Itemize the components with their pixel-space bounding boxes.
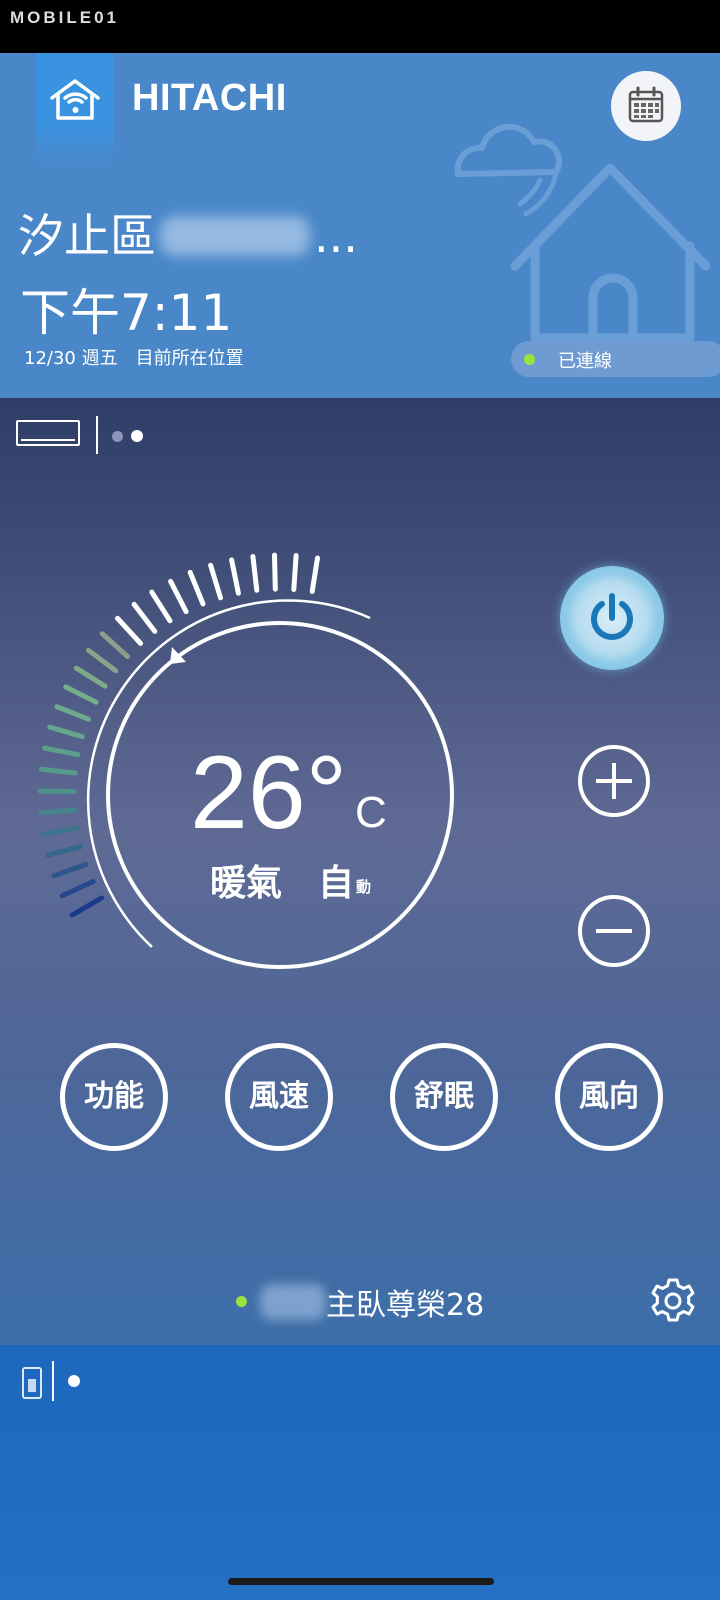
dial-tick — [229, 557, 241, 596]
temperature-down-button[interactable] — [578, 895, 650, 967]
redacted-device-prefix — [260, 1284, 326, 1320]
current-time: 下午7:11 — [20, 284, 233, 342]
sleep-button[interactable]: 舒眠 — [390, 1043, 498, 1151]
page-indicator-dot[interactable] — [112, 431, 123, 442]
power-button[interactable] — [560, 566, 664, 670]
function-button[interactable]: 功能 — [60, 1043, 168, 1151]
dial-tick — [37, 788, 77, 794]
dial-tick — [42, 745, 81, 758]
current-date: 12/30 週五 — [24, 348, 118, 369]
brand-name: HITACHI — [132, 77, 287, 119]
temperature-unit: C — [355, 788, 387, 837]
standing-unit-icon[interactable] — [22, 1367, 42, 1399]
fan-label: 自 — [318, 863, 355, 904]
connection-status-text: 已連線 — [558, 351, 612, 372]
dial-tick — [86, 647, 119, 674]
dial-tick — [131, 601, 158, 634]
app-logo — [36, 53, 114, 168]
location-note: 目前所在位置 — [135, 348, 244, 369]
minus-icon — [596, 929, 632, 933]
fan-sub-label: 動 — [356, 878, 372, 896]
dial-tick — [38, 807, 78, 816]
location-line: 汐止區... — [18, 206, 358, 266]
plus-icon-bar — [612, 763, 616, 799]
watermark: MOBILE01 — [10, 8, 120, 27]
dial-tick — [54, 704, 91, 722]
connection-status-badge: 已連線 — [511, 341, 720, 377]
dial-tick — [187, 569, 206, 607]
wall-unit-icon[interactable] — [16, 420, 80, 446]
home-indicator[interactable] — [228, 1578, 494, 1585]
device-name: 主臥尊榮28 — [326, 1288, 485, 1323]
page-indicator-dot-active[interactable] — [68, 1375, 80, 1387]
dial-tick — [291, 553, 299, 592]
temperature-up-button[interactable] — [578, 745, 650, 817]
location-ellipsis: ... — [314, 209, 358, 263]
wind-direction-button[interactable]: 風向 — [555, 1043, 663, 1151]
dial-tick — [63, 684, 99, 705]
dial-tick — [115, 615, 144, 646]
connection-dot — [524, 354, 535, 365]
mode-label: 暖氣 — [210, 863, 283, 904]
header: HITACHI 汐止區... 下午7:11 12/30 週五 目前所在位置 已連線 — [0, 53, 720, 398]
dial-tick — [272, 552, 278, 592]
dial-tick — [51, 861, 89, 879]
dial-tick — [45, 844, 84, 858]
gear-icon[interactable] — [648, 1276, 698, 1326]
dial-tick — [99, 631, 130, 659]
location-name: 汐止區 — [18, 209, 156, 263]
second-device-panel — [0, 1345, 720, 1600]
dial-tick — [168, 578, 189, 615]
wifi-house-icon — [50, 79, 100, 120]
dial-pointer-icon[interactable] — [170, 647, 186, 664]
redacted-address — [160, 216, 310, 256]
set-temperature: 26° — [190, 735, 348, 851]
dial-tick — [250, 554, 260, 593]
dial-tick — [73, 665, 108, 689]
device-online-dot — [236, 1296, 247, 1307]
divider — [96, 416, 98, 454]
dial-tick — [208, 562, 223, 601]
calendar-button[interactable] — [611, 71, 681, 141]
dial-tick — [69, 895, 105, 918]
dial-tick — [38, 766, 78, 776]
dial-tick — [47, 724, 85, 740]
power-icon — [591, 593, 633, 640]
divider — [52, 1361, 54, 1401]
dial-tick — [149, 589, 173, 624]
status-bar: MOBILE01 — [0, 0, 720, 53]
dial-tick — [40, 826, 80, 837]
control-panel: 26° C 暖氣 自 動 功能 風速 舒眠 風向 主臥尊榮28 — [0, 398, 720, 1345]
date-row: 12/30 週五 目前所在位置 — [24, 344, 262, 370]
calendar-icon — [628, 86, 664, 123]
page-indicator-dot-active[interactable] — [131, 430, 143, 442]
dial-tick — [59, 879, 96, 899]
dial-tick — [309, 555, 320, 594]
fan-speed-button[interactable]: 風速 — [225, 1043, 333, 1151]
